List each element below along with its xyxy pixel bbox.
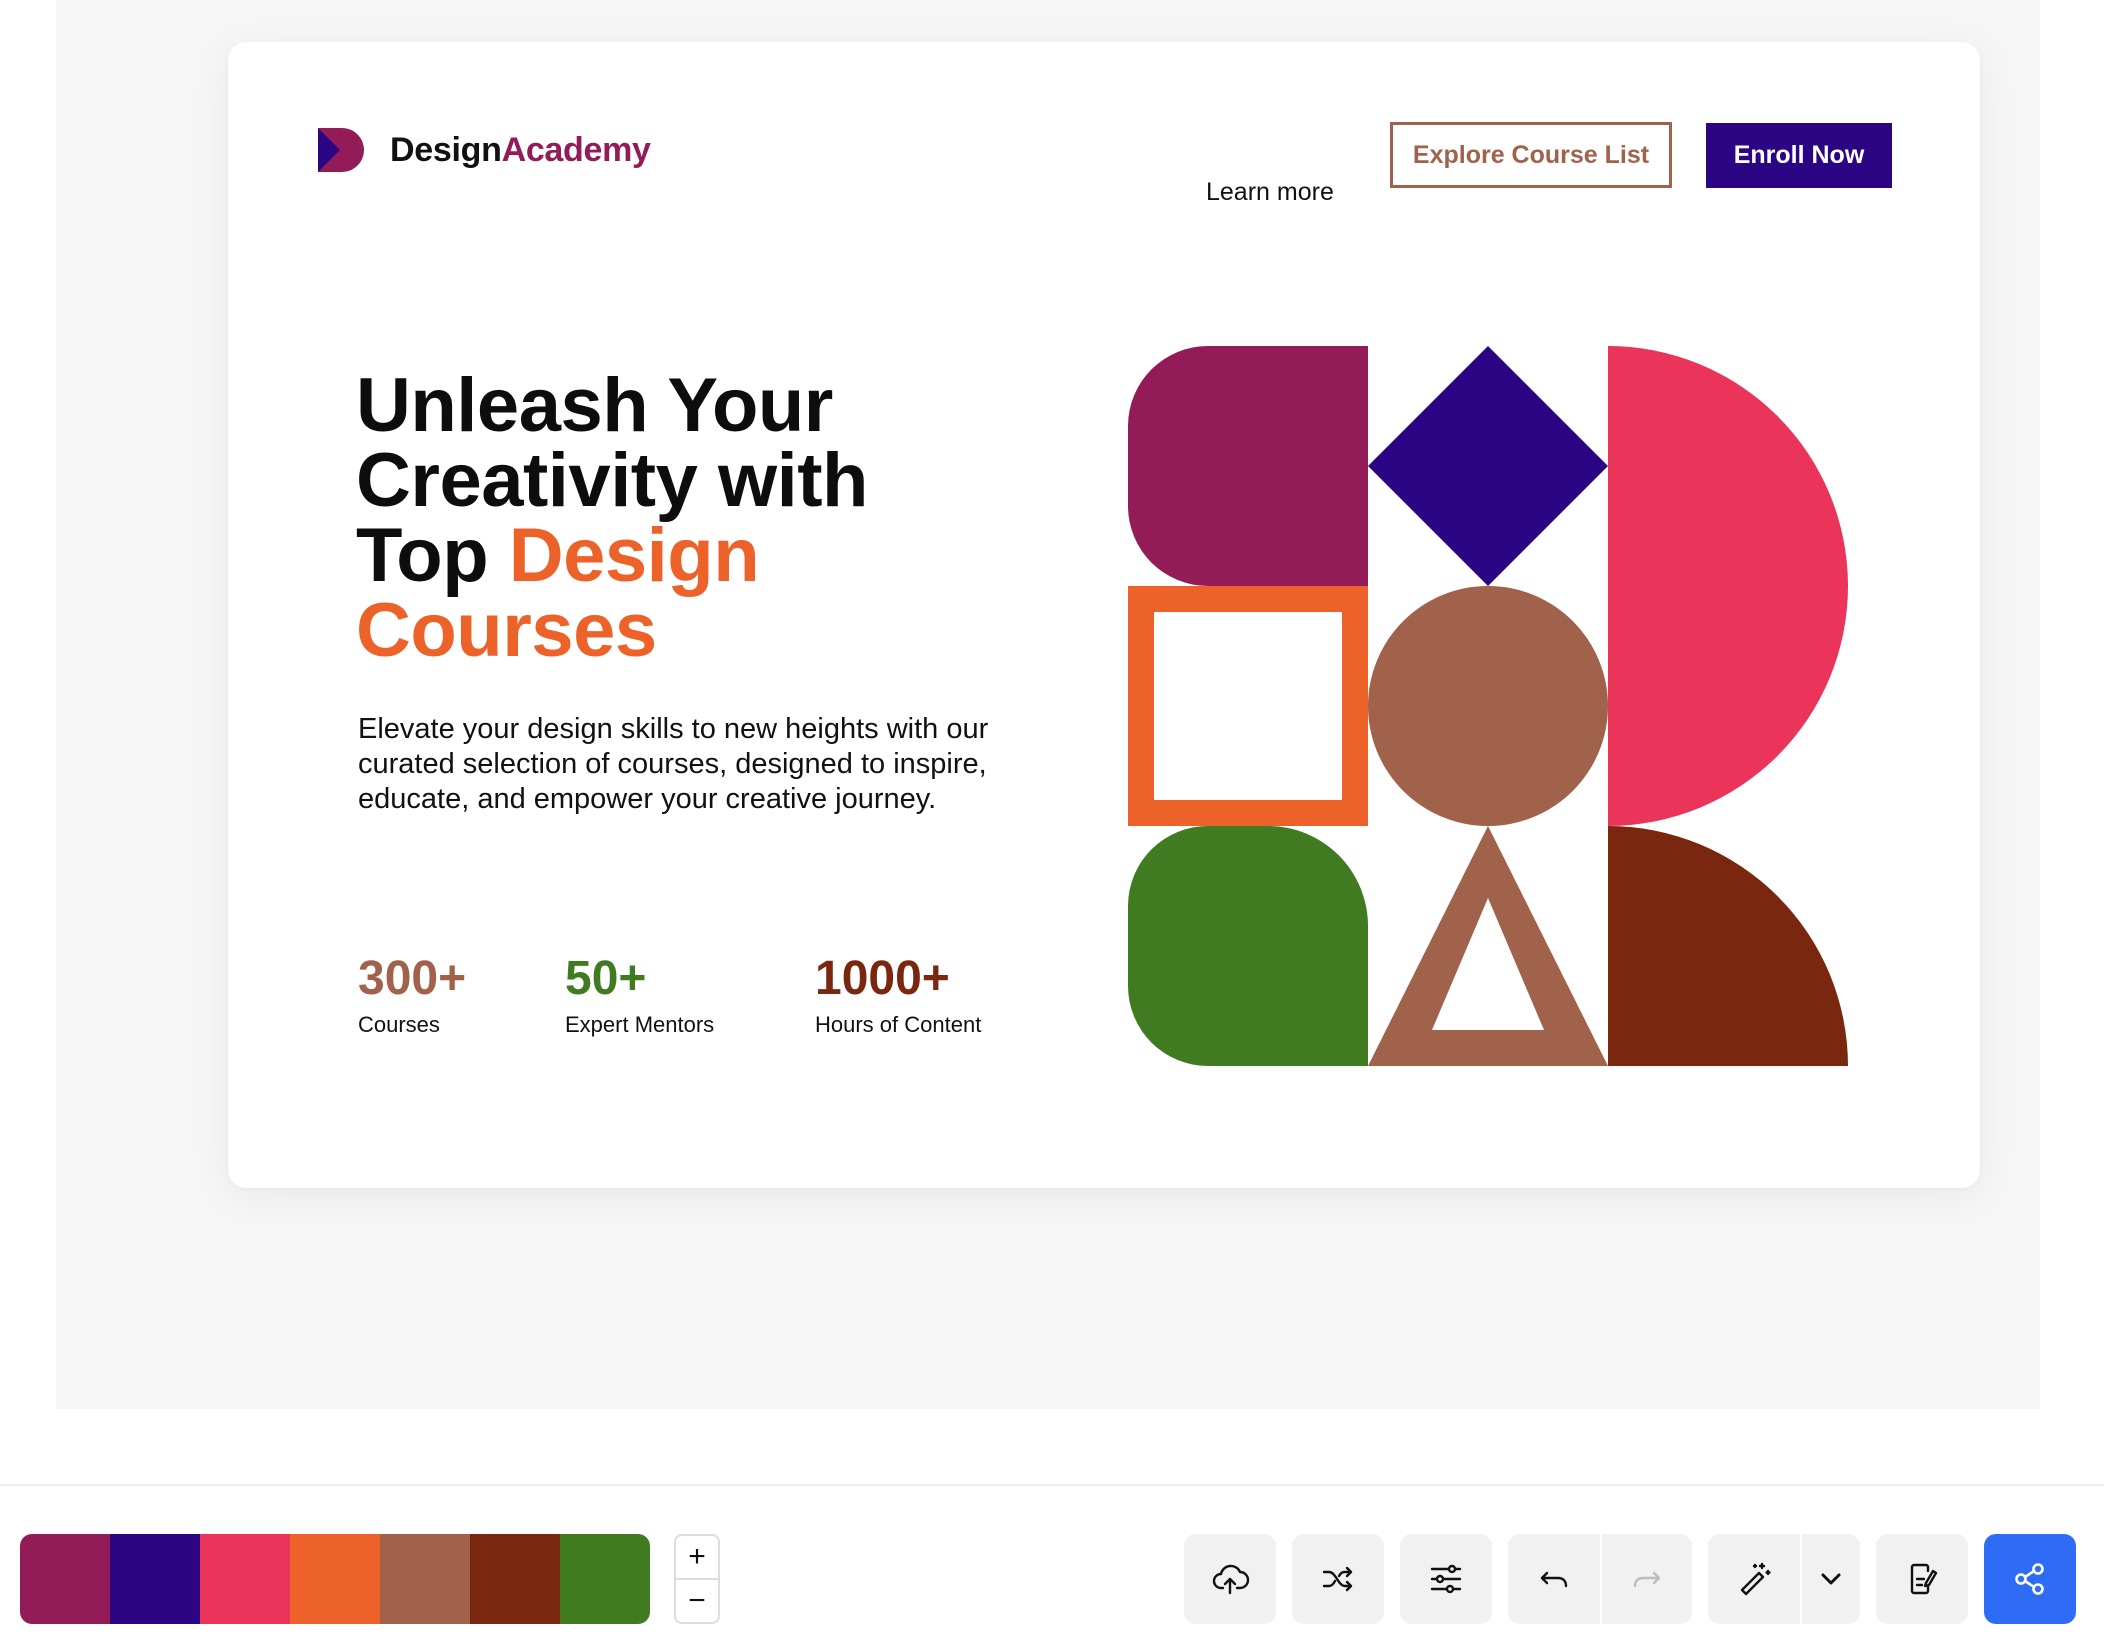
shuffle-button[interactable] [1292,1534,1384,1624]
stat-value: 300+ [358,952,467,1005]
undo-button[interactable] [1508,1534,1600,1624]
orange-square-outline-shape [1128,586,1368,826]
color-palette [20,1534,650,1624]
headline-line-3: Top Design [356,518,1036,594]
headline-plain-word: Top [356,513,509,598]
headline-line-4: Courses [356,588,657,673]
palette-swatch-orange[interactable] [290,1534,380,1624]
palette-swatch-raspberry[interactable] [200,1534,290,1624]
terracotta-circle-shape [1368,586,1608,826]
magic-generate-button[interactable] [1708,1534,1800,1624]
rust-quarter-circle-shape [1608,826,1848,1066]
hero-headline: Unleash Your Creativity with Top Design … [356,363,1036,673]
learn-more-link[interactable]: Learn more [1206,178,1334,207]
zoom-in-button[interactable]: + [676,1536,718,1578]
palette-swatch-plum[interactable] [20,1534,110,1624]
sliders-icon [1430,1564,1462,1594]
export-icon [1910,1563,1938,1595]
indigo-diamond-shape [1368,346,1608,586]
stat-value: 50+ [565,952,647,1005]
share-icon [2015,1563,2044,1595]
terracotta-triangle-outline-shape [1368,826,1608,1066]
toolbar-divider [0,1484,2104,1486]
plum-half-round-shape [1128,346,1368,586]
brand-name: DesignAcademy [390,131,651,170]
brand-name-part1: Design [390,130,502,169]
shuffle-icon [1322,1566,1353,1592]
preview-card: DesignAcademy Learn more Explore Course … [228,42,1980,1188]
enroll-now-button[interactable]: Enroll Now [1706,123,1892,188]
magic-options-dropdown[interactable] [1800,1534,1860,1624]
hero-description: Elevate your design skills to new height… [358,713,989,815]
chevron-down-icon [1821,1573,1841,1585]
redo-icon [1633,1571,1661,1588]
stat-label: Courses [358,1012,440,1037]
brand-logo[interactable]: DesignAcademy [318,126,651,174]
undo-icon [1540,1571,1568,1588]
adjust-settings-button[interactable] [1400,1534,1492,1624]
headline-line-2: Creativity with [356,438,868,523]
magic-wand-icon [1740,1562,1771,1596]
upload-cloud-icon [1212,1564,1250,1595]
headline-line-1: Unleash Your [356,363,833,448]
zoom-control: + − [674,1534,720,1624]
magic-generate-controls [1708,1534,1860,1624]
stat-mentors: 50+ Expert Mentors [565,952,714,1038]
export-button[interactable] [1876,1534,1968,1624]
explore-course-list-button[interactable]: Explore Course List [1390,122,1672,188]
palette-swatch-terracotta[interactable] [380,1534,470,1624]
palette-swatch-rust[interactable] [470,1534,560,1624]
upload-button[interactable] [1184,1534,1276,1624]
brand-name-part2: Academy [501,130,651,169]
palette-swatch-indigo[interactable] [110,1534,200,1624]
history-controls [1508,1534,1692,1624]
headline-highlight-word: Design [508,513,760,598]
zoom-out-button[interactable]: − [676,1578,718,1622]
geometric-artwork [1128,346,1848,1066]
stat-label: Expert Mentors [565,1012,715,1037]
stat-value: 1000+ [815,952,950,1005]
stat-courses: 300+ Courses [358,952,466,1038]
stat-hours: 1000+ Hours of Content [815,952,981,1038]
green-rounded-shape [1128,826,1368,1066]
canvas-area: DesignAcademy Learn more Explore Course … [56,0,2040,1409]
share-button[interactable] [1984,1534,2076,1624]
raspberry-half-circle-shape [1608,346,1848,826]
design-academy-logo-icon [318,128,364,172]
redo-button[interactable] [1600,1534,1692,1624]
palette-swatch-green[interactable] [560,1534,650,1624]
stat-label: Hours of Content [815,1012,982,1037]
